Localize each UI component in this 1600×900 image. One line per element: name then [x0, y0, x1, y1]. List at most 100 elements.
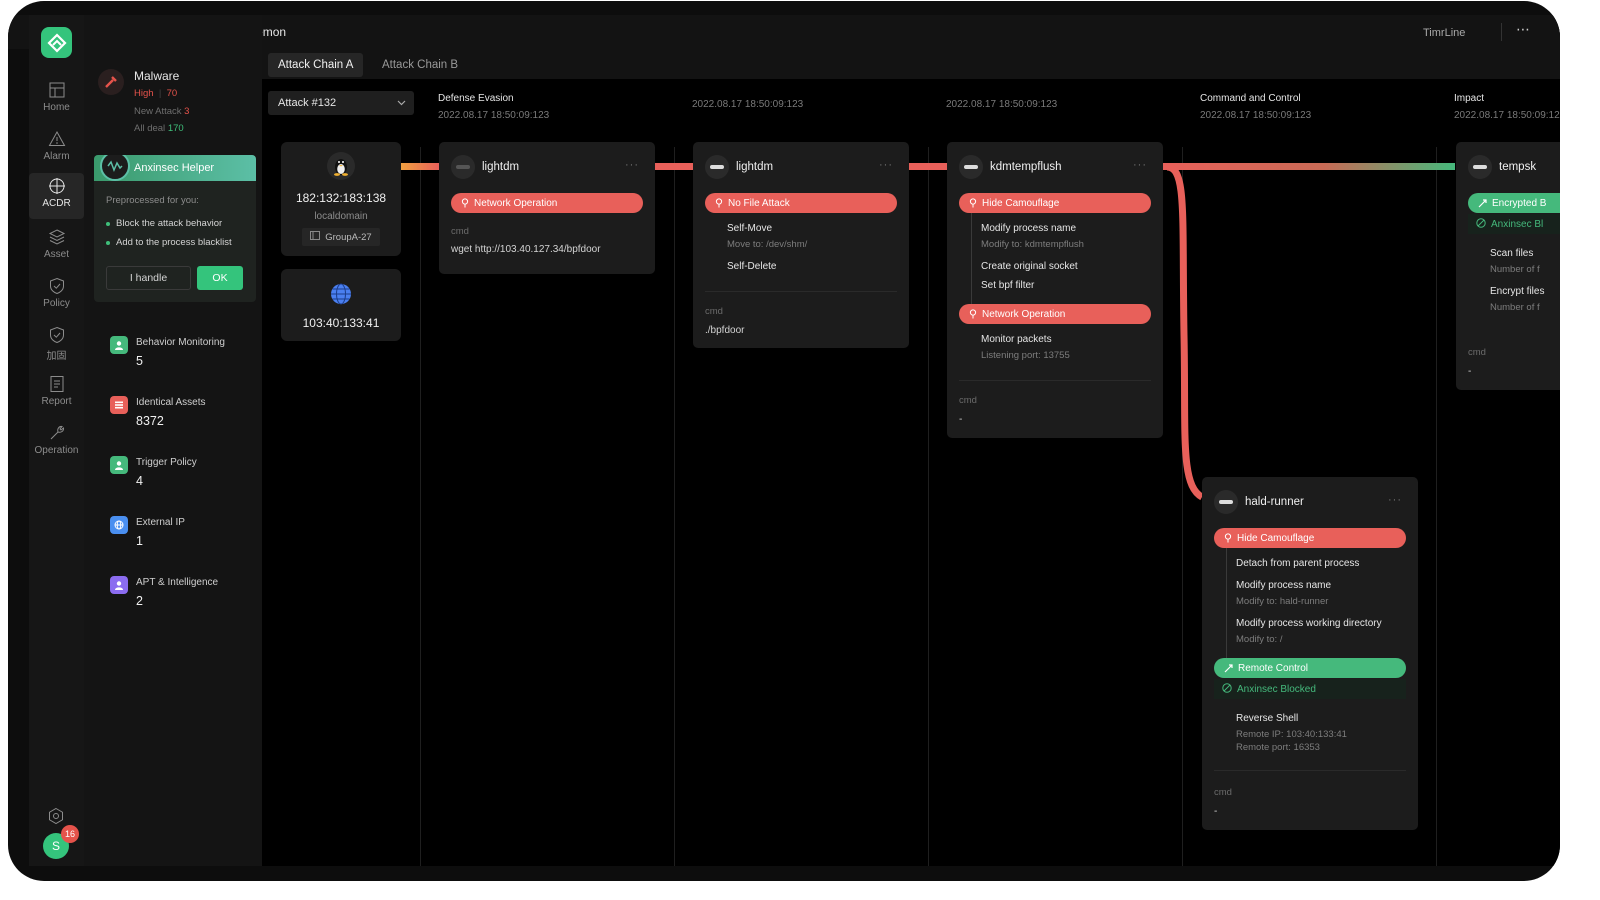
attack-select[interactable]: Attack #132 — [268, 91, 414, 115]
process-icon — [705, 155, 729, 179]
card-header: lightdm ··· — [705, 154, 897, 180]
asset-icon — [48, 229, 65, 245]
rail-item-asset[interactable]: Asset — [29, 224, 84, 270]
action-title: Detach from parent process — [1236, 558, 1360, 569]
pill-label: Network Operation — [982, 308, 1066, 320]
card-header: kdmtempflush ··· — [959, 154, 1151, 180]
process-card[interactable]: lightdm ··· Network Operation cmd wget h… — [439, 142, 655, 274]
host-card[interactable]: 182:132:183:138 localdomain GroupA-27 — [281, 142, 401, 256]
stat-label: Behavior Monitoring — [136, 337, 225, 348]
process-card[interactable]: kdmtempflush ··· Hide Camouflage Modify … — [947, 142, 1163, 438]
behavior-pill[interactable]: Network Operation — [451, 193, 643, 213]
process-card[interactable]: lightdm ··· No File Attack Self-Move Mov… — [693, 142, 909, 348]
more-icon[interactable]: ··· — [625, 159, 639, 171]
divider — [959, 380, 1151, 381]
behavior-monitoring-icon — [110, 336, 128, 354]
home-icon — [49, 82, 64, 98]
behavior-pill[interactable]: Encrypted B — [1468, 193, 1560, 213]
more-icon[interactable]: ⋯ — [1516, 21, 1530, 38]
behavior-pill[interactable]: Hide Camouflage — [1214, 528, 1406, 548]
app-logo[interactable] — [41, 27, 72, 58]
stat-apt-intelligence[interactable]: APT & Intelligence 2 — [110, 576, 260, 616]
rail-item-acdr[interactable]: ACDR — [29, 173, 84, 219]
icon-rail: Home Alarm ACDR Asset Policy 加固 Report O… — [29, 15, 84, 866]
settings-icon[interactable] — [47, 807, 65, 825]
cmd-value: - — [959, 414, 963, 425]
notification-badge: 16 — [61, 825, 79, 843]
rail-label: Policy — [43, 298, 70, 309]
action-title: Scan files — [1490, 248, 1534, 259]
helper-subtitle: Preprocessed for you: — [106, 195, 199, 206]
stage-time: 2022.08.17 18:50:09:123 — [1200, 110, 1312, 121]
alarm-icon — [48, 130, 65, 146]
blocked-label: Anxinsec Bl — [1491, 218, 1544, 230]
blocked-status: Anxinsec Bl — [1468, 214, 1560, 234]
trigger-policy-icon — [110, 456, 128, 474]
rail-item-report[interactable]: Report — [29, 371, 84, 417]
rail-item-home[interactable]: Home — [29, 77, 84, 123]
stage-header: Command and Control 2022.08.17 18:50:09:… — [1200, 93, 1311, 121]
stage-name: Impact — [1454, 93, 1485, 104]
policy-icon — [49, 277, 64, 295]
process-name: lightdm — [736, 161, 774, 173]
stat-value: 8372 — [136, 414, 164, 428]
process-name: kdmtempflush — [990, 161, 1062, 173]
action-detail: Modify to: / — [1236, 634, 1283, 645]
ok-button[interactable]: OK — [197, 266, 243, 290]
stage-header: 2022.08.17 18:50:09:123 — [946, 93, 1057, 110]
apt-intelligence-icon — [110, 576, 128, 594]
behavior-pill[interactable]: Remote Control — [1214, 658, 1406, 678]
action-title: Self-Move — [727, 223, 773, 234]
more-icon[interactable]: ··· — [1133, 159, 1147, 171]
acdr-icon — [48, 178, 65, 194]
severity-score: 70 — [166, 88, 178, 99]
severity-level: High — [134, 88, 154, 99]
stat-trigger-policy[interactable]: Trigger Policy 4 — [110, 456, 260, 496]
process-card[interactable]: tempsk Encrypted B Anxinsec Bl Scan file… — [1456, 142, 1560, 390]
tree-line — [1226, 548, 1227, 658]
rail-item-alarm[interactable]: Alarm — [29, 126, 84, 172]
action-detail: Remote port: 16353 — [1236, 742, 1320, 753]
rail-item-operation[interactable]: Operation — [29, 420, 84, 466]
stat-behavior-monitoring[interactable]: Behavior Monitoring 5 — [110, 336, 260, 376]
process-card[interactable]: hald-runner ··· Hide Camouflage Detach f… — [1202, 477, 1418, 830]
cmd-value: - — [1468, 366, 1472, 377]
tab-attack-chain-a[interactable]: Attack Chain A — [268, 53, 364, 77]
blocked-icon — [1222, 682, 1232, 696]
stat-value: 2 — [136, 594, 143, 608]
behavior-pill[interactable]: No File Attack — [705, 193, 897, 213]
stat-value: 1 — [136, 534, 143, 548]
stat-external-ip[interactable]: External IP 1 — [110, 516, 260, 556]
stat-label: External IP — [136, 517, 185, 528]
i-handle-button[interactable]: I handle — [106, 266, 191, 290]
rail-item-policy[interactable]: Policy — [29, 273, 84, 319]
attack-select-value: Attack #132 — [278, 97, 337, 109]
process-name: hald-runner — [1245, 496, 1304, 508]
tab-attack-chain-b[interactable]: Attack Chain B — [372, 53, 468, 77]
divider — [1214, 770, 1406, 771]
stat-label: Identical Assets — [136, 397, 206, 408]
card-header: tempsk — [1468, 154, 1560, 180]
tree-line — [971, 213, 972, 304]
pill-label: Network Operation — [474, 197, 558, 209]
rail-item-harden[interactable]: 加固 — [29, 322, 84, 368]
host-ip: 182:132:183:138 — [295, 191, 387, 205]
external-ip-card[interactable]: 103:40:133:41 — [281, 269, 401, 341]
stage-header: Impact 2022.08.17 18:50:09:123 — [1454, 93, 1560, 121]
more-icon[interactable]: ··· — [1388, 494, 1402, 506]
pill-label: Remote Control — [1238, 662, 1309, 674]
group-label: GroupA-27 — [325, 231, 372, 243]
divider — [705, 291, 897, 292]
severity-line: High | 70 — [134, 88, 178, 99]
more-icon[interactable]: ··· — [879, 159, 893, 171]
main-area: wsssr_defence_daemon TimrLine ⋯ Attack C… — [8, 15, 1560, 866]
column-divider — [674, 147, 675, 866]
behavior-pill[interactable]: Hide Camouflage — [959, 193, 1151, 213]
all-deal-value: 170 — [167, 123, 184, 134]
divider — [1501, 23, 1502, 41]
process-icon — [1468, 155, 1492, 179]
timeline-link[interactable]: TimrLine — [1423, 27, 1465, 39]
report-icon — [50, 376, 63, 392]
stat-identical-assets[interactable]: Identical Assets 8372 — [110, 396, 260, 436]
behavior-pill[interactable]: Network Operation — [959, 304, 1151, 324]
